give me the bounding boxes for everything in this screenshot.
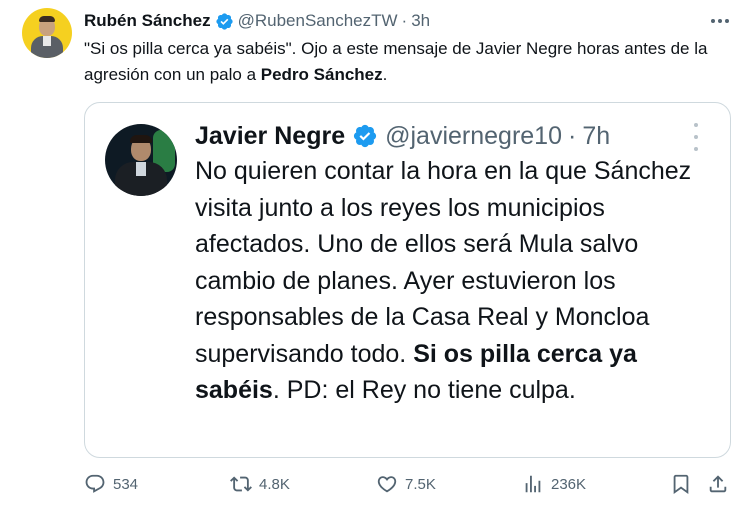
like-count: 7.5K [405, 475, 436, 493]
more-options-button[interactable] [706, 14, 734, 28]
quoted-tweet-time[interactable]: 7h [582, 122, 610, 151]
avatar-hair [130, 135, 152, 143]
separator-dot: · [567, 121, 577, 150]
reply-count: 534 [113, 475, 139, 493]
tweet[interactable]: Rubén Sánchez @RubenSanchezTW · 3h "Si o… [0, 0, 751, 507]
more-vertical-icon [694, 123, 698, 127]
author-display-name[interactable]: Rubén Sánchez [84, 11, 211, 31]
quoted-author-handle[interactable]: @javiernegre10 [385, 122, 562, 151]
bookmark-button[interactable] [670, 466, 692, 502]
views-count: 236K [551, 475, 587, 493]
tweet-text: "Si os pilla cerca ya sabéis". Ojo a est… [84, 36, 734, 88]
author-handle[interactable]: @RubenSanchezTW [238, 11, 398, 31]
retweet-icon [230, 476, 252, 492]
share-button[interactable] [707, 466, 729, 502]
share-icon [709, 475, 727, 493]
avatar-hair [39, 16, 55, 22]
heart-icon [377, 476, 397, 493]
tweet-actions: 534 4.8K 7.5K 236K [0, 466, 751, 502]
quoted-tweet-header: Javier Negre @javiernegre10 · 7h [195, 119, 610, 153]
verified-badge-icon [354, 124, 377, 148]
quoted-text-part: No quieren contar la hora en la que Sánc… [195, 157, 692, 368]
views-button[interactable]: 236K [522, 466, 586, 502]
quoted-tweet-text: No quieren contar la hora en la que Sánc… [195, 153, 720, 409]
tweet-text-bold: Pedro Sánchez [260, 65, 383, 84]
bookmark-icon [673, 474, 689, 495]
like-button[interactable]: 7.5K [376, 466, 436, 502]
reply-icon [85, 474, 105, 493]
reply-button[interactable]: 534 [84, 466, 138, 502]
tweet-header: Rubén Sánchez @RubenSanchezTW · 3h [84, 10, 430, 32]
verified-badge-icon [215, 12, 233, 30]
quoted-author-display-name[interactable]: Javier Negre [195, 122, 345, 151]
retweet-count: 4.8K [259, 475, 290, 493]
author-avatar[interactable] [22, 8, 72, 58]
quoted-text-end: . PD: el Rey no tiene culpa. [272, 376, 576, 404]
tweet-time[interactable]: 3h [411, 11, 430, 31]
separator-dot: · [401, 11, 408, 30]
analytics-icon [525, 475, 541, 493]
quoted-author-avatar[interactable] [105, 124, 177, 196]
tweet-text-part: "Si os pilla cerca ya sabéis". Ojo a est… [84, 39, 708, 84]
avatar-shirt [136, 162, 146, 176]
quoted-more-options-button[interactable] [689, 123, 703, 151]
avatar-shirt [43, 36, 51, 46]
retweet-button[interactable]: 4.8K [230, 466, 290, 502]
more-horizontal-icon [711, 19, 715, 23]
quoted-tweet[interactable]: Javier Negre @javiernegre10 · 7h No quie… [84, 102, 731, 458]
tweet-text-end: . [382, 65, 388, 84]
